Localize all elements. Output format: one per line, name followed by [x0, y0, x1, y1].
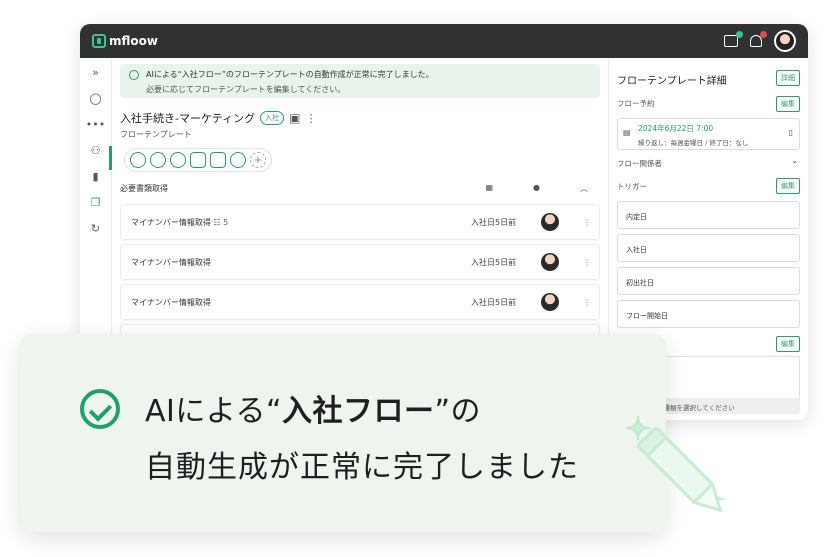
- members-label: フロー関係者: [617, 159, 662, 168]
- schedule-repeat: 繰り返し：毎週金曜日 / 終了日：なし: [638, 139, 749, 147]
- row-avatar: [541, 293, 559, 311]
- edit-button[interactable]: 編集: [776, 336, 800, 352]
- schedule-box: ▤ 2024年6月22日 7:00 繰り返し：毎週金曜日 / 終了日：なし ▯: [617, 118, 800, 150]
- section-person-icon[interactable]: ●: [533, 183, 540, 194]
- completion-message-line2: 自動生成が正常に完了しました: [145, 450, 579, 485]
- template-icon[interactable]: ❐: [88, 194, 104, 210]
- success-banner: AIによる“入社フロー”のフローテンプレートの自動作成が正常に完了しました。 必…: [120, 64, 600, 98]
- section-icons: ▦ ● ︿: [485, 183, 600, 194]
- brand-name: mfloow: [109, 34, 158, 48]
- check-circle-icon[interactable]: ◯: [88, 90, 104, 106]
- bell-icon[interactable]: [750, 31, 767, 47]
- row-more-icon[interactable]: ⋮: [583, 218, 591, 227]
- collapse-icon[interactable]: ︿: [580, 183, 588, 194]
- cloud2-chip-icon[interactable]: [230, 152, 246, 168]
- table-row[interactable]: マイナンバー情報取得 ☷ 5 入社日5日前 ⋮: [120, 204, 600, 240]
- banner-line2: 必要に応じてフローテンプレートを編集してください。: [146, 85, 346, 94]
- person-chip-icon[interactable]: [130, 152, 146, 168]
- panel-title: フローテンプレート詳細: [617, 76, 727, 87]
- logo-icon: [92, 34, 106, 48]
- sidebar-active-indicator: [109, 146, 112, 170]
- row-date: 入社日5日前: [471, 297, 517, 307]
- more-icon[interactable]: ⋮: [305, 112, 316, 125]
- add-chip-icon[interactable]: +: [250, 152, 266, 168]
- mail-dot: [736, 31, 743, 38]
- chart-icon[interactable]: ▮: [88, 168, 104, 184]
- completion-card: AIによる“入社フロー”の 自動生成が正常に完了しました: [20, 334, 666, 532]
- user-avatar[interactable]: [774, 30, 796, 52]
- stage: mfloow » ◯ ••• ⚇ ▮ ❐ ↻ AIによる“入社フロー”のフローテ…: [0, 0, 829, 557]
- group-chip-icon[interactable]: [150, 152, 166, 168]
- row-more-icon[interactable]: ⋮: [583, 298, 591, 307]
- row-date: 入社日5日前: [471, 257, 517, 267]
- reserve-label: フロー予約: [617, 99, 655, 108]
- members-chevron-icon[interactable]: ⌄: [791, 156, 798, 165]
- row-name: マイナンバー情報取得 ☷ 5: [131, 217, 229, 227]
- bell-dot: [760, 31, 767, 38]
- trigger-item[interactable]: フロー開始日: [617, 300, 800, 328]
- brand-logo[interactable]: mfloow: [92, 34, 158, 48]
- completion-message-line1: AIによる“入社フロー”の: [145, 394, 482, 429]
- top-bar: mfloow: [80, 24, 808, 58]
- section-calendar-icon[interactable]: ▦: [485, 183, 493, 194]
- row-name: マイナンバー情報取得: [131, 257, 211, 267]
- flow-subtitle: フローテンプレート: [120, 130, 192, 139]
- check-circle-icon: [80, 389, 120, 429]
- trigger-item[interactable]: 内定日: [617, 201, 800, 229]
- flow-tag: 入社: [260, 111, 285, 125]
- table-row[interactable]: マイナンバー情報取得 入社日5日前 ⋮: [120, 284, 600, 320]
- section-header: 必要書類取得 ▦ ● ︿: [120, 183, 600, 194]
- detail-button[interactable]: 詳細: [776, 70, 800, 86]
- table-row[interactable]: マイナンバー情報取得 入社日5日前 ⋮: [120, 244, 600, 280]
- edit-trigger-button[interactable]: 編集: [776, 178, 800, 194]
- card-chip-icon[interactable]: [190, 152, 206, 168]
- section-title: 必要書類取得: [120, 184, 168, 193]
- mail-icon[interactable]: [724, 31, 743, 47]
- row-avatar: [541, 213, 559, 231]
- edit-reserve-button[interactable]: 編集: [776, 96, 800, 112]
- flow-title-row: 入社手続き-マーケティング 入社 ▣ ⋮: [120, 110, 316, 126]
- cloud-chip-icon[interactable]: [170, 152, 186, 168]
- success-check-icon: [129, 70, 139, 80]
- flow-title: 入社手続き-マーケティング: [120, 112, 256, 125]
- row-avatar: [541, 253, 559, 271]
- trigger-item[interactable]: 入社日: [617, 234, 800, 262]
- schedule-date: 2024年6月22日 7:00: [638, 124, 714, 133]
- row-date: 入社日5日前: [471, 217, 517, 227]
- team-icon[interactable]: ⚇: [88, 142, 104, 158]
- pencil-sparkle-icon: [625, 415, 726, 513]
- top-actions: [724, 30, 796, 52]
- expand-icon[interactable]: »: [88, 64, 104, 80]
- dots-icon[interactable]: •••: [86, 116, 105, 132]
- device-chip-icon[interactable]: [210, 152, 226, 168]
- trigger-label: トリガー: [617, 182, 647, 191]
- assignee-chips: +: [124, 148, 272, 172]
- trigger-item[interactable]: 初出社日: [617, 267, 800, 295]
- calendar-icon[interactable]: ▣: [289, 111, 300, 125]
- banner-line1: AIによる“入社フロー”のフローテンプレートの自動作成が正常に完了しました。: [146, 70, 434, 79]
- row-name: マイナンバー情報取得: [131, 297, 211, 307]
- trash-icon[interactable]: ▯: [789, 128, 793, 137]
- sync-icon[interactable]: ↻: [88, 220, 104, 236]
- schedule-calendar-icon: ▤: [623, 128, 631, 137]
- row-more-icon[interactable]: ⋮: [583, 258, 591, 267]
